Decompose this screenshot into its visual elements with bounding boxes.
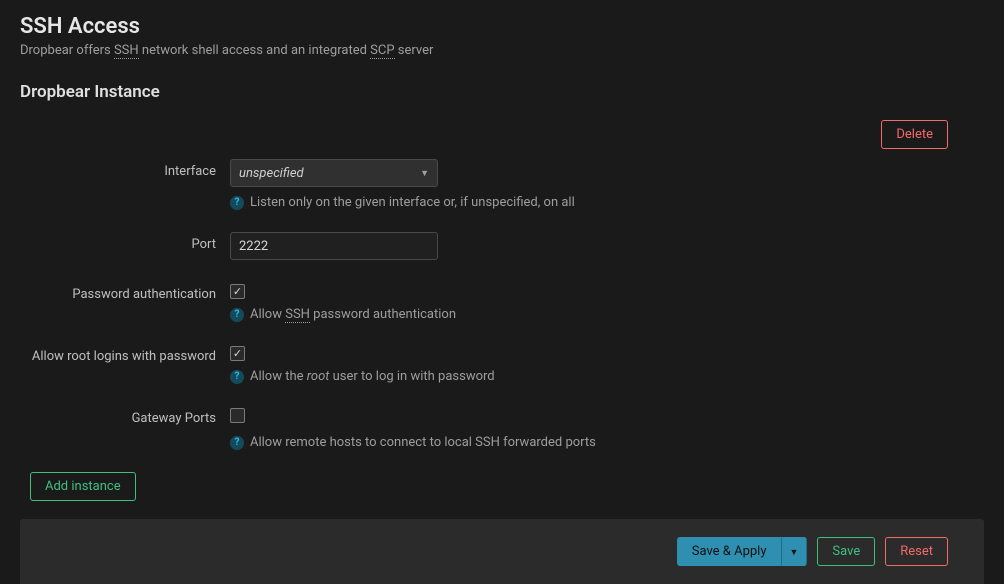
chevron-down-icon: ▼: [420, 168, 429, 179]
ssh-abbr: SSH: [285, 307, 310, 323]
action-bar: Save & Apply ▼ Save Reset: [20, 519, 984, 584]
subtitle-text: network shell access and an integrated: [139, 43, 370, 58]
add-instance-button[interactable]: Add instance: [30, 472, 136, 501]
password-auth-label: Password authentication: [20, 282, 230, 304]
port-input[interactable]: [230, 232, 438, 260]
hint-text: password authentication: [310, 307, 456, 322]
page-subtitle: Dropbear offers SSH network shell access…: [20, 43, 984, 58]
hint-text: Allow: [250, 307, 285, 322]
root-login-checkbox[interactable]: [230, 346, 245, 361]
gateway-label: Gateway Ports: [20, 406, 230, 428]
root-word: root: [307, 369, 330, 384]
password-auth-hint: Allow SSH password authentication: [250, 307, 456, 322]
ssh-abbr: SSH: [114, 43, 139, 59]
help-icon: ?: [230, 370, 244, 384]
interface-hint: Listen only on the given interface or, i…: [250, 195, 575, 210]
interface-value: unspecified: [239, 166, 304, 181]
save-apply-dropdown[interactable]: ▼: [782, 537, 808, 566]
gateway-checkbox[interactable]: [230, 408, 245, 423]
reset-button[interactable]: Reset: [885, 537, 948, 566]
subtitle-text: Dropbear offers: [20, 43, 114, 58]
password-auth-checkbox[interactable]: [230, 284, 245, 299]
scp-abbr: SCP: [370, 43, 394, 59]
gateway-hint: Allow remote hosts to connect to local S…: [250, 435, 596, 450]
save-apply-button[interactable]: Save & Apply: [677, 537, 782, 566]
save-button[interactable]: Save: [817, 537, 875, 566]
root-login-label: Allow root logins with password: [20, 344, 230, 366]
hint-text: user to log in with password: [329, 369, 494, 384]
interface-select[interactable]: unspecified ▼: [230, 159, 438, 187]
section-title: Dropbear Instance: [20, 82, 984, 102]
delete-button[interactable]: Delete: [881, 120, 948, 149]
page-title: SSH Access: [20, 14, 984, 39]
interface-label: Interface: [20, 159, 230, 181]
root-login-hint: Allow the root user to log in with passw…: [250, 369, 495, 384]
help-icon: ?: [230, 308, 244, 322]
hint-text: Allow the: [250, 369, 307, 384]
port-label: Port: [20, 232, 230, 254]
subtitle-text: server: [395, 43, 434, 58]
chevron-down-icon: ▼: [790, 548, 799, 558]
help-icon: ?: [230, 196, 244, 210]
help-icon: ?: [230, 436, 244, 450]
